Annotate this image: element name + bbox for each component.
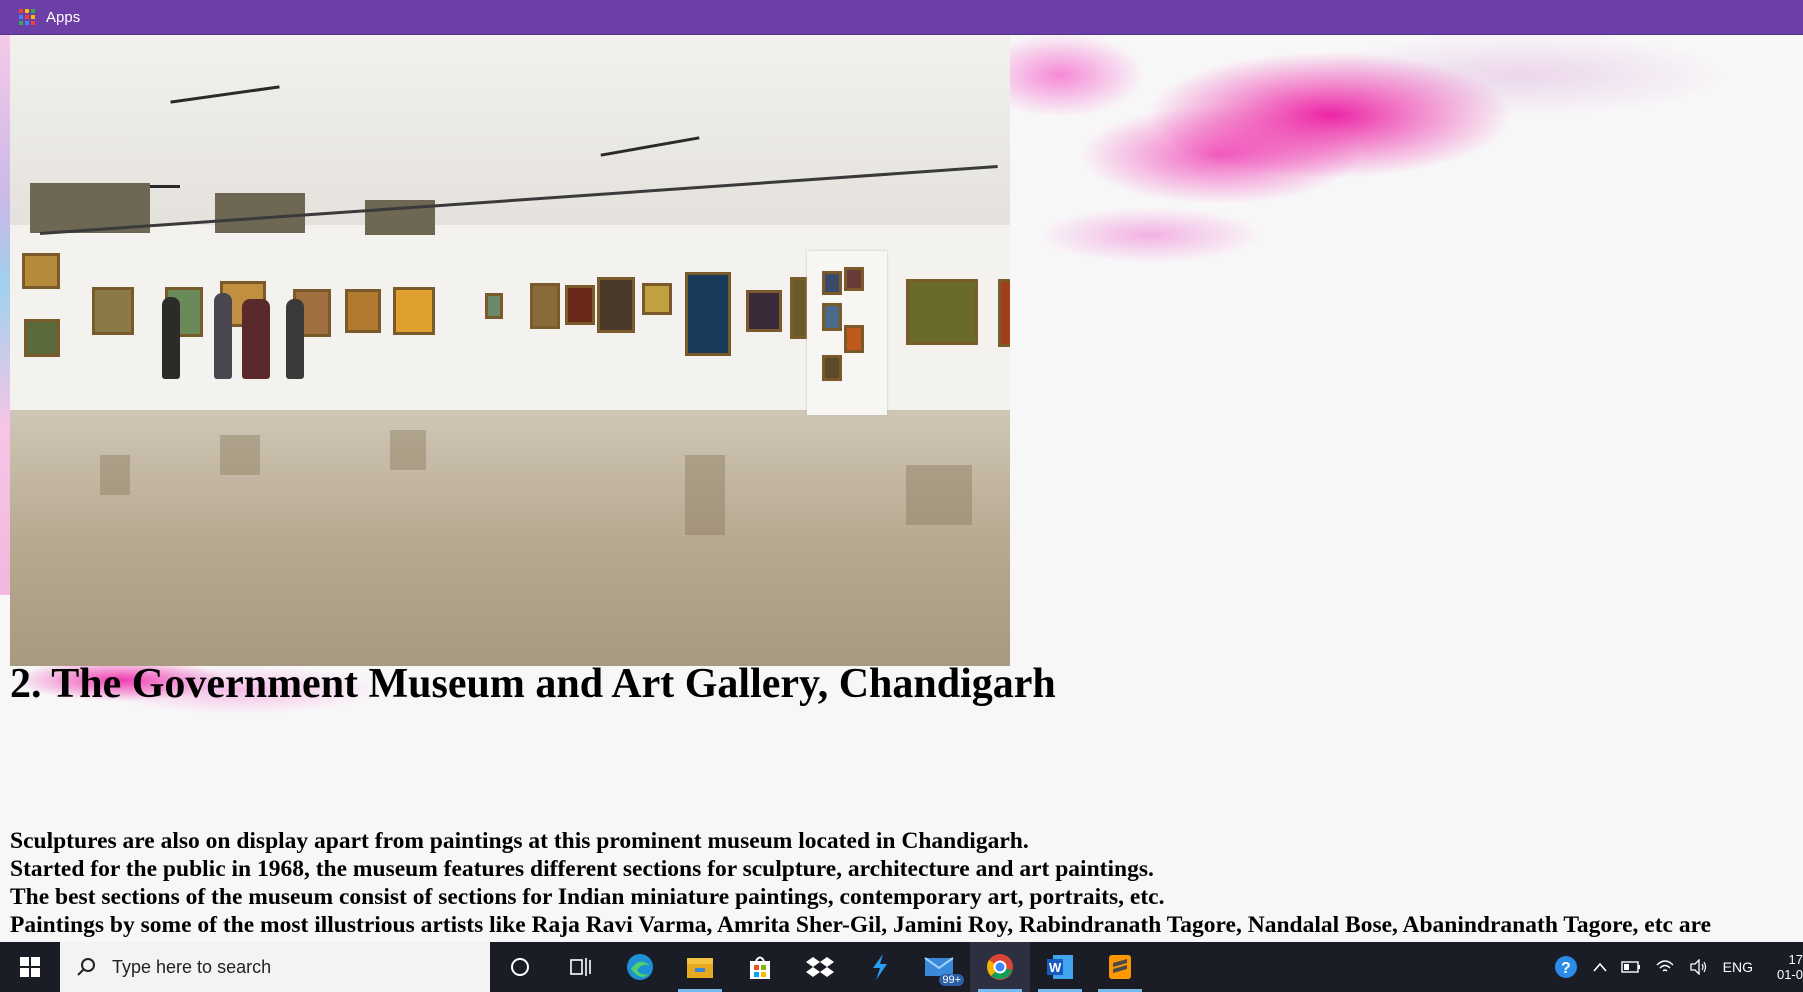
web-page: 2. The Government Museum and Art Gallery… <box>0 35 1803 942</box>
sublime-text-button[interactable] <box>1090 942 1150 992</box>
search-icon <box>77 958 95 976</box>
windows-logo-icon <box>20 957 40 977</box>
edge-button[interactable] <box>610 942 670 992</box>
task-view-icon <box>570 958 591 976</box>
vscode-button[interactable] <box>850 942 910 992</box>
show-hidden-icons-button[interactable] <box>1586 942 1614 992</box>
dropbox-icon <box>806 957 834 977</box>
speaker-icon <box>1690 959 1706 975</box>
article-body: Sculptures are also on display apart fro… <box>10 827 1803 939</box>
chrome-icon <box>987 954 1013 980</box>
clock[interactable]: 17 01-0 <box>1760 942 1803 992</box>
microsoft-store-button[interactable] <box>730 942 790 992</box>
wifi-icon <box>1656 960 1674 972</box>
task-view-button[interactable] <box>550 942 610 992</box>
search-placeholder: Type here to search <box>112 956 272 977</box>
article-line: Paintings by some of the most illustriou… <box>10 912 1712 938</box>
language-indicator[interactable]: ENG <box>1716 942 1760 992</box>
mail-badge: 99+ <box>939 974 964 986</box>
clock-time: 17 <box>1788 952 1803 967</box>
cortana-icon <box>511 958 529 976</box>
apps-shortcut[interactable]: Apps <box>19 9 80 26</box>
edge-browser-icon <box>627 954 653 980</box>
network-button[interactable] <box>1648 942 1682 992</box>
apps-grid-icon <box>19 9 35 25</box>
article-heading: 2. The Government Museum and Art Gallery… <box>10 661 1056 707</box>
battery-icon <box>1620 961 1640 973</box>
word-icon: W <box>1047 955 1073 979</box>
svg-text:?: ? <box>1561 960 1571 977</box>
svg-text:W: W <box>1049 960 1062 975</box>
cortana-button[interactable] <box>490 942 550 992</box>
article-line: Started for the public in 1968, the muse… <box>10 856 1154 882</box>
word-button[interactable]: W <box>1030 942 1090 992</box>
art-gallery-photo <box>10 35 1010 666</box>
chevron-up-icon <box>1593 962 1607 972</box>
article-line: Sculptures are also on display apart fro… <box>10 828 1029 854</box>
help-button[interactable]: ? <box>1546 942 1586 992</box>
help-icon: ? <box>1554 956 1577 978</box>
start-button[interactable] <box>0 942 60 992</box>
pink-splash-background <box>1000 35 1803 335</box>
file-explorer-button[interactable] <box>670 942 730 992</box>
sublime-text-icon <box>1109 955 1131 979</box>
taskbar: Type here to search 99+ W ? ENG 17 01-0 <box>0 942 1803 992</box>
apps-label: Apps <box>46 8 81 26</box>
taskbar-search-box[interactable]: Type here to search <box>60 942 490 992</box>
clock-date: 01-0 <box>1776 967 1803 982</box>
battery-button[interactable] <box>1614 942 1648 992</box>
dropbox-button[interactable] <box>790 942 850 992</box>
system-tray: ? ENG 17 01-0 <box>1546 942 1803 992</box>
chrome-button[interactable] <box>970 942 1030 992</box>
folder-icon <box>687 958 713 978</box>
lightning-app-icon <box>873 954 887 980</box>
bookmarks-bar: Apps <box>0 0 1803 35</box>
store-bag-icon <box>750 956 770 979</box>
volume-button[interactable] <box>1682 942 1716 992</box>
mail-button[interactable]: 99+ <box>910 942 970 992</box>
article-line: The best sections of the museum consist … <box>10 884 1165 910</box>
